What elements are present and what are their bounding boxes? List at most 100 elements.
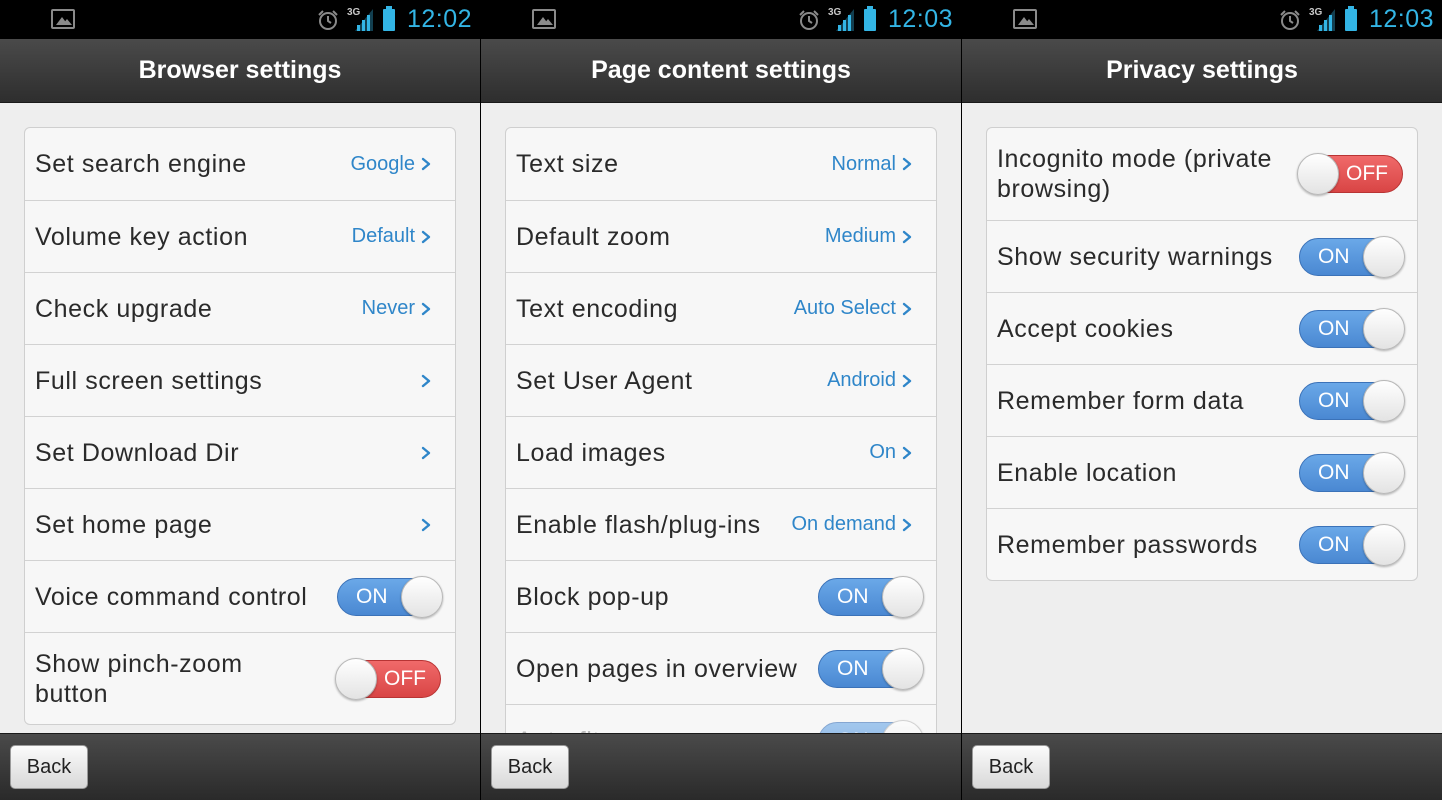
- toggle-switch[interactable]: ON: [1299, 307, 1405, 350]
- setting-row-set-download-dir[interactable]: Set Download Dir: [25, 416, 455, 488]
- toggle-switch[interactable]: ON: [1299, 379, 1405, 422]
- page-title: Browser settings: [0, 39, 480, 103]
- alarm-icon: [1279, 9, 1301, 31]
- settings-list-container[interactable]: Incognito mode (private browsing) OFF Show…: [962, 103, 1442, 733]
- settings-list: Set search engine Google Volume key action…: [24, 127, 456, 725]
- toggle-knob[interactable]: [1363, 379, 1405, 422]
- network-type: 3G: [827, 6, 842, 18]
- chevron-right-icon: [900, 374, 914, 388]
- toggle-state-label: ON: [1318, 244, 1350, 268]
- setting-label: Check upgrade: [35, 294, 213, 323]
- settings-list-container[interactable]: Set search engine Google Volume key action…: [0, 103, 480, 733]
- status-bar: 3G 12:03: [962, 0, 1442, 39]
- setting-row-volume-key-action[interactable]: Volume key action Default: [25, 200, 455, 272]
- setting-row-remember-form-data[interactable]: Remember form data ON: [987, 364, 1417, 436]
- setting-label: Accept cookies: [997, 314, 1174, 343]
- back-button[interactable]: Back: [972, 745, 1050, 789]
- setting-row-full-screen-settings[interactable]: Full screen settings: [25, 344, 455, 416]
- chevron-right-icon: [900, 230, 914, 244]
- setting-label: Default zoom: [516, 222, 671, 251]
- setting-row-incognito-mode-private-browsing[interactable]: Incognito mode (private browsing) OFF: [987, 128, 1417, 220]
- setting-row-show-pinch-zoom-button[interactable]: Show pinch-zoom button OFF: [25, 632, 455, 724]
- setting-row-default-zoom[interactable]: Default zoom Medium: [506, 200, 936, 272]
- status-time: 12:02: [406, 5, 472, 33]
- setting-label: Show pinch-zoom button: [35, 649, 243, 708]
- toggle-knob[interactable]: [882, 575, 924, 618]
- toggle-switch[interactable]: ON: [818, 719, 924, 733]
- alarm-icon: [798, 9, 820, 31]
- toggle-state-label: ON: [837, 584, 869, 608]
- signal-icon: 3G: [828, 7, 856, 33]
- setting-label: Set search engine: [35, 150, 247, 178]
- toggle-switch[interactable]: ON: [337, 575, 443, 618]
- toggle-knob[interactable]: [401, 575, 443, 618]
- gallery-icon: [532, 9, 556, 29]
- setting-value: Medium: [824, 225, 896, 247]
- setting-row-accept-cookies[interactable]: Accept cookies ON: [987, 292, 1417, 364]
- toggle-knob[interactable]: [1363, 523, 1405, 566]
- settings-list-container[interactable]: Text size Normal Default zoom Medium Text en…: [481, 103, 961, 733]
- chevron-right-icon: [419, 374, 433, 388]
- signal-icon: 3G: [347, 7, 375, 33]
- setting-row-block-pop-up[interactable]: Block pop-up ON: [506, 560, 936, 632]
- back-button[interactable]: Back: [491, 745, 569, 789]
- toggle-switch[interactable]: OFF: [335, 657, 441, 700]
- setting-label: Voice command control: [35, 582, 308, 611]
- bottom-bar: Back: [962, 733, 1442, 800]
- chevron-right-icon: [419, 446, 433, 460]
- chevron-right-icon: [900, 446, 914, 460]
- toggle-knob[interactable]: [1363, 235, 1405, 278]
- setting-row-show-security-warnings[interactable]: Show security warnings ON: [987, 220, 1417, 292]
- toggle-knob[interactable]: [882, 647, 924, 690]
- setting-row-enable-flash-plug-ins[interactable]: Enable flash/plug-ins On demand: [506, 488, 936, 560]
- setting-row-enable-location[interactable]: Enable location ON: [987, 436, 1417, 508]
- setting-label: Enable flash/plug-ins: [516, 510, 761, 539]
- status-bar: 3G 12:02: [0, 0, 480, 39]
- toggle-switch[interactable]: OFF: [1297, 153, 1403, 195]
- setting-label: Incognito mode (private browsing): [997, 145, 1273, 203]
- setting-label: Remember passwords: [997, 530, 1258, 559]
- status-icons: 3G 12:03: [1279, 0, 1434, 39]
- status-time: 12:03: [887, 5, 953, 33]
- toggle-knob[interactable]: [882, 719, 924, 733]
- toggle-knob[interactable]: [1297, 153, 1339, 195]
- toggle-knob[interactable]: [335, 657, 377, 700]
- setting-row-set-user-agent[interactable]: Set User Agent Android: [506, 344, 936, 416]
- setting-row-auto-fit[interactable]: Auto-fit ON: [506, 704, 936, 733]
- toggle-switch[interactable]: ON: [1299, 451, 1405, 494]
- toggle-knob[interactable]: [1363, 451, 1405, 494]
- setting-value: Google: [350, 152, 416, 175]
- setting-label: Full screen settings: [35, 366, 263, 395]
- setting-value: Auto Select: [793, 297, 896, 319]
- setting-row-voice-command-control[interactable]: Voice command control ON: [25, 560, 455, 632]
- setting-label: Enable location: [997, 458, 1177, 487]
- setting-row-set-search-engine[interactable]: Set search engine Google: [25, 128, 455, 200]
- bottom-bar: Back: [481, 733, 961, 800]
- setting-row-text-encoding[interactable]: Text encoding Auto Select: [506, 272, 936, 344]
- setting-label: Text encoding: [516, 294, 679, 323]
- toggle-switch[interactable]: ON: [818, 647, 924, 690]
- battery-icon: [863, 5, 876, 31]
- gallery-icon: [1013, 9, 1037, 29]
- back-button[interactable]: Back: [10, 745, 88, 789]
- toggle-knob[interactable]: [1363, 307, 1405, 350]
- signal-icon: 3G: [1309, 7, 1337, 33]
- setting-row-remember-passwords[interactable]: Remember passwords ON: [987, 508, 1417, 580]
- setting-row-load-images[interactable]: Load images On: [506, 416, 936, 488]
- setting-row-open-pages-in-overview[interactable]: Open pages in overview ON: [506, 632, 936, 704]
- setting-row-check-upgrade[interactable]: Check upgrade Never: [25, 272, 455, 344]
- setting-value: Never: [361, 297, 415, 319]
- setting-row-text-size[interactable]: Text size Normal: [506, 128, 936, 200]
- setting-value: Default: [351, 225, 415, 247]
- toggle-switch[interactable]: ON: [818, 575, 924, 618]
- setting-label: Set User Agent: [516, 366, 693, 395]
- chevron-right-icon: [900, 157, 914, 171]
- bottom-bar: Back: [0, 733, 480, 800]
- toggle-switch[interactable]: ON: [1299, 235, 1405, 278]
- setting-label: Volume key action: [35, 222, 249, 251]
- toggle-switch[interactable]: ON: [1299, 523, 1405, 566]
- settings-list: Text size Normal Default zoom Medium Text en…: [505, 127, 937, 733]
- setting-row-set-home-page[interactable]: Set home page: [25, 488, 455, 560]
- toggle-state-label: ON: [1318, 316, 1350, 340]
- status-time: 12:03: [1368, 5, 1434, 33]
